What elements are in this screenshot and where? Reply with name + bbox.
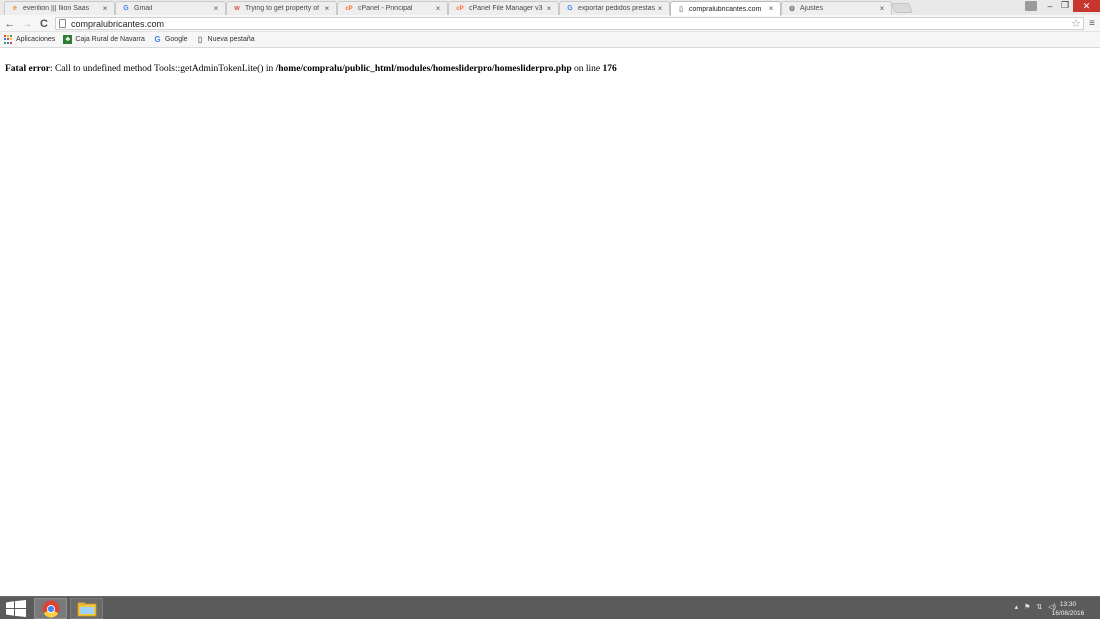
bookmark-star-icon[interactable]: ☆ <box>1071 17 1081 30</box>
tab-item[interactable]: e everilion ||| Ilion Saas × <box>4 1 115 15</box>
tab-close-icon[interactable]: × <box>212 4 220 13</box>
tab-title: cPanel - Principal <box>358 5 413 12</box>
system-clock[interactable]: 13:30 16/08/2016 <box>1050 600 1086 618</box>
tab-close-icon[interactable]: × <box>101 4 109 13</box>
tab-title: exportar pedidos prestas <box>578 5 656 12</box>
google-favicon: G <box>567 5 573 12</box>
bookmark-aplicaciones[interactable]: Aplicaciones <box>4 35 55 44</box>
google-favicon: G <box>123 5 129 12</box>
tab-title: Trying to get property of <box>245 5 320 12</box>
google-icon: G <box>154 35 161 44</box>
forward-button[interactable]: → <box>20 17 34 30</box>
windows-taskbar: ▴ ⚑ ⇅ ◁) 13:30 16/08/2016 <box>0 596 1100 619</box>
tab-item[interactable]: cP cPanel File Manager v3 × <box>448 1 559 15</box>
tab-title: Gmail <box>134 5 153 12</box>
taskbar-chrome[interactable] <box>34 598 67 619</box>
tab-title: cPanel File Manager v3 <box>469 5 543 12</box>
tab-strip: e everilion ||| Ilion Saas × G Gmail × w Trying… <box>0 0 1100 16</box>
chrome-menu-button[interactable]: ≡ <box>1086 17 1098 30</box>
bookmarks-bar: Aplicaciones ♣ Caja Rural de Navarra G G… <box>0 32 1100 48</box>
tab-close-icon[interactable]: × <box>323 4 331 13</box>
tab-close-icon[interactable]: × <box>545 4 553 13</box>
tab-item[interactable]: Gexportar pedidos prestas × <box>559 1 670 15</box>
stackoverflow-favicon: w <box>234 5 240 12</box>
clock-date: 16/08/2016 <box>1051 610 1085 617</box>
error-label: Fatal error <box>5 64 50 74</box>
tab-item[interactable]: ⚙ Ajustes × <box>781 1 892 15</box>
error-message: : Call to undefined method Tools::getAdm… <box>49 64 276 74</box>
tab-title: compralubricantes.com <box>689 5 762 13</box>
clock-time: 13:30 <box>1059 601 1077 608</box>
page-content: Fatal error: Call to undefined method To… <box>0 49 1100 596</box>
cpanel-favicon: cP <box>456 5 464 12</box>
page-icon: ▯ <box>197 35 203 44</box>
tab-title: everilion ||| Ilion Saas <box>23 5 90 12</box>
everilion-favicon: e <box>13 5 17 12</box>
caja-rural-icon: ♣ <box>63 35 73 44</box>
start-button[interactable] <box>4 599 28 618</box>
back-button[interactable]: ← <box>3 17 17 30</box>
address-bar[interactable]: compralubricantes.com ☆ <box>55 17 1084 30</box>
url-text[interactable]: compralubricantes.com <box>71 19 164 29</box>
tab-item[interactable]: cP cPanel - Principal × <box>337 1 448 15</box>
close-window-button[interactable]: ✕ <box>1073 0 1100 12</box>
tab-close-icon[interactable]: × <box>434 4 442 13</box>
profile-icon[interactable] <box>1025 1 1037 11</box>
error-path: /home/compralu/public_html/modules/homes… <box>275 64 572 74</box>
gear-icon: ⚙ <box>788 5 796 13</box>
error-line-number: 176 <box>602 64 617 74</box>
action-center-flag-icon[interactable]: ⚑ <box>1024 603 1030 611</box>
page-favicon: ▯ <box>679 6 683 13</box>
bookmark-label: Caja Rural de Navarra <box>75 36 145 43</box>
tab-item[interactable]: w Trying to get property of × <box>226 1 337 15</box>
show-hidden-icons-icon[interactable]: ▴ <box>1015 603 1019 611</box>
chrome-icon <box>42 600 59 618</box>
error-middle: on line <box>571 64 603 74</box>
browser-toolbar: ← → C compralubricantes.com ☆ ≡ <box>0 15 1100 32</box>
taskbar-file-explorer[interactable] <box>70 598 103 619</box>
tab-close-icon[interactable]: × <box>656 4 664 13</box>
page-icon <box>59 19 66 28</box>
cpanel-favicon: cP <box>345 5 353 12</box>
tab-close-icon[interactable]: × <box>767 5 775 13</box>
bookmark-label: Aplicaciones <box>16 36 56 43</box>
apps-grid-icon <box>4 35 13 44</box>
tab-active[interactable]: ▯ compralubricantes.com × <box>670 1 781 16</box>
tab-item[interactable]: G Gmail × <box>115 1 226 15</box>
maximize-button[interactable]: ❐ <box>1058 0 1072 11</box>
bookmark-google[interactable]: G Google <box>153 35 188 44</box>
folder-icon <box>77 602 96 616</box>
bookmark-nueva-pestana[interactable]: ▯ Nueva pestaña <box>196 35 255 44</box>
reload-button[interactable]: C <box>37 17 51 30</box>
new-tab-button[interactable] <box>891 3 913 13</box>
system-tray: ▴ ⚑ ⇅ ◁) <box>1009 603 1056 611</box>
windows-logo-icon <box>6 600 26 617</box>
network-icon[interactable]: ⇅ <box>1036 603 1042 611</box>
bookmark-label: Nueva pestaña <box>207 36 255 43</box>
bookmark-label: Google <box>164 36 188 43</box>
tab-close-icon[interactable]: × <box>878 4 886 13</box>
fatal-error-message: Fatal error: Call to undefined method To… <box>5 64 617 74</box>
bookmark-caja-rural[interactable]: ♣ Caja Rural de Navarra <box>63 35 145 44</box>
minimize-button[interactable]: – <box>1043 0 1057 11</box>
tab-title: Ajustes <box>800 5 823 12</box>
